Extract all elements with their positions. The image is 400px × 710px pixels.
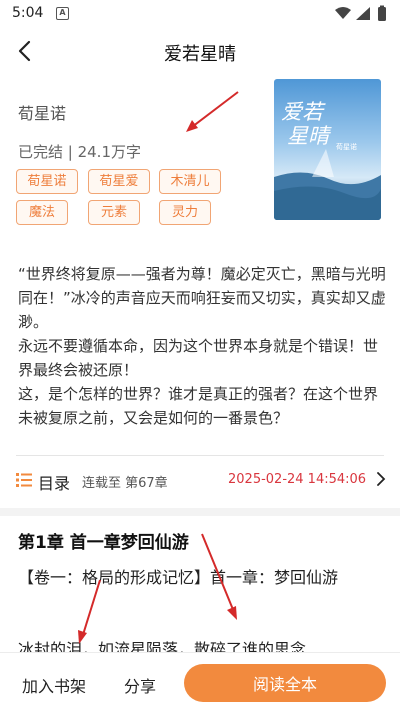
signal-icon	[356, 7, 370, 20]
header: 爱若星晴	[0, 30, 400, 74]
add-to-shelf-button[interactable]: 加入书架	[22, 673, 86, 697]
intro-paragraph: 这，是个怎样的世界？谁才是真正的强者？在这个世界未被复原之前，又会是如何的一番景…	[18, 385, 379, 427]
page-title: 爱若星晴	[164, 44, 236, 65]
chapter-text: 【卷一：格局的形成记忆】首一章：梦回仙游	[18, 568, 339, 587]
notification-a-icon: A	[56, 7, 69, 20]
chapter-title: 第1章 首一章梦回仙游	[18, 533, 189, 553]
book-intro: “世界终将复原——强者为尊！魔必定灭亡，黑暗与光明同在！”冰冷的声音应天而响狂妄…	[18, 262, 386, 430]
list-icon	[16, 473, 32, 487]
divider	[16, 455, 384, 456]
toc-update-time: 2025-02-24 14:54:06	[228, 472, 367, 487]
bottom-action-bar: 加入书架 分享 阅读全本	[0, 652, 400, 710]
toc-label: 目录	[38, 474, 71, 493]
book-cover[interactable]: 爱若 星晴 荀星诺	[274, 79, 381, 220]
battery-icon	[378, 7, 386, 21]
section-gap	[0, 508, 400, 516]
tag-item[interactable]: 灵力	[159, 200, 211, 225]
book-meta: 已完结 | 24.1万字	[18, 143, 141, 161]
wifi-icon	[335, 7, 351, 19]
status-bar: 5:04 A	[0, 0, 400, 28]
share-button[interactable]: 分享	[124, 673, 156, 697]
svg-text:星晴: 星晴	[287, 124, 332, 148]
intro-paragraph: 永远不要遵循本命，因为这个世界本身就是个错误！世界最终会被还原！	[18, 337, 379, 379]
annotation-arrow-1	[186, 91, 239, 132]
status-time: 5:04	[12, 5, 44, 21]
cover-author: 荀星诺	[336, 142, 357, 151]
chevron-right-icon	[377, 472, 386, 486]
tag-item[interactable]: 荀星爱	[88, 169, 150, 194]
read-all-button[interactable]: 阅读全本	[184, 664, 386, 702]
cover-title: 爱若	[281, 100, 326, 124]
tag-item[interactable]: 木清儿	[159, 169, 221, 194]
tag-item[interactable]: 荀星诺	[16, 169, 78, 194]
intro-paragraph: “世界终将复原——强者为尊！魔必定灭亡，黑暗与光明同在！”冰冷的声音应天而响狂妄…	[18, 265, 386, 331]
status-icons	[335, 5, 386, 21]
tag-item[interactable]: 元素	[88, 200, 140, 225]
toc-row[interactable]: 目录 连载至 第67章 2025-02-24 14:54:06	[0, 464, 400, 496]
book-author[interactable]: 荀星诺	[18, 100, 66, 124]
tag-item[interactable]: 魔法	[16, 200, 68, 225]
toc-serial-status: 连载至 第67章	[82, 476, 168, 491]
chapter-text-cut: 冰封的泪，如流星陨落，散碎了谁的思念	[18, 640, 307, 652]
